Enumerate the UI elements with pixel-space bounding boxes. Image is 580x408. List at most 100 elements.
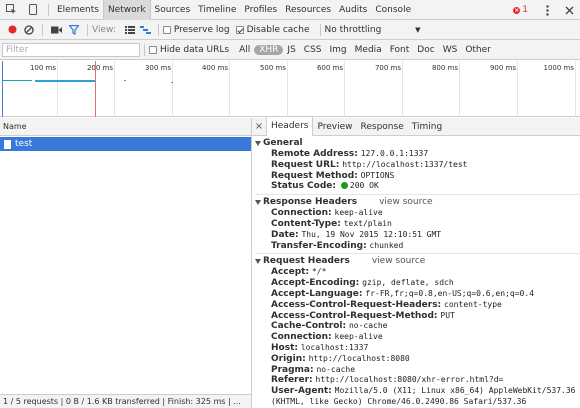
tab-elements[interactable]: Elements xyxy=(53,0,103,20)
waterfall-overview-icon[interactable] xyxy=(138,20,154,40)
header-value: no-cache xyxy=(316,364,356,374)
toolbar-divider xyxy=(144,43,145,56)
error-counter[interactable]: × 1 xyxy=(513,5,528,15)
header-key: Remote Address: xyxy=(271,149,358,159)
header-key: Origin: xyxy=(271,353,306,364)
expand-triangle-icon xyxy=(255,259,261,265)
header-value: gzip, deflate, sdch xyxy=(362,278,454,288)
tick-label: 200 ms xyxy=(86,64,113,72)
disable-cache-checkbox[interactable]: Disable cache xyxy=(235,24,310,35)
timeline-gridline xyxy=(402,61,403,117)
header-key: Date: xyxy=(271,229,299,240)
header-key: User-Agent: xyxy=(271,386,332,397)
filter-type-media[interactable]: Media xyxy=(351,45,386,55)
general-section-header[interactable]: General xyxy=(255,138,580,149)
filter-type-all[interactable]: All xyxy=(235,45,254,55)
tab-profiles[interactable]: Profiles xyxy=(240,0,281,20)
header-row: Transfer-Encoding: chunked xyxy=(255,241,580,252)
header-row: Referer: http://localhost:8080/xhr-error… xyxy=(255,375,580,386)
toolbar-divider xyxy=(319,23,321,36)
header-value: http://localhost:1337/test xyxy=(342,159,468,169)
header-key: Connection: xyxy=(271,332,332,343)
header-key: Request URL: xyxy=(271,159,340,170)
filter-type-font[interactable]: Font xyxy=(386,45,414,55)
clear-icon[interactable] xyxy=(20,20,38,40)
tab-response[interactable]: Response xyxy=(357,118,408,136)
hide-data-urls-label: Hide data URLs xyxy=(160,44,230,55)
response-headers-section-header[interactable]: Response Headers view source xyxy=(255,197,580,208)
tick-label: 300 ms xyxy=(144,64,171,72)
header-key: Request Method: xyxy=(271,170,358,181)
filter-type-css[interactable]: CSS xyxy=(300,45,326,55)
header-value: 200 OK xyxy=(349,181,379,191)
timeline-gridline xyxy=(344,61,345,117)
header-row: Content-Type: text/plain xyxy=(255,219,580,230)
request-headers-section-header[interactable]: Request Headers view source xyxy=(255,256,580,267)
header-value: OPTIONS xyxy=(360,170,395,180)
header-row: Access-Control-Request-Headers: content-… xyxy=(255,300,580,311)
request-row[interactable]: test xyxy=(0,137,251,151)
timeline-gridline xyxy=(287,61,288,117)
close-detail-icon[interactable]: × xyxy=(252,121,266,132)
expand-triangle-icon xyxy=(255,141,261,146)
request-bar xyxy=(35,80,95,82)
filter-type-js[interactable]: JS xyxy=(283,45,299,55)
header-value: http://localhost:8080/xhr-error.html?d= xyxy=(315,375,504,385)
tab-preview[interactable]: Preview xyxy=(313,118,356,136)
close-devtools-icon[interactable] xyxy=(558,0,580,20)
screenshot-capture-icon[interactable] xyxy=(47,20,65,40)
inspect-element-icon[interactable] xyxy=(0,0,22,20)
header-row: Date: Thu, 19 Nov 2015 12:10:51 GMT xyxy=(255,230,580,241)
filter-type-ws[interactable]: WS xyxy=(439,45,462,55)
tab-timing[interactable]: Timing xyxy=(408,118,446,136)
devtools-tabbar: Elements Network Sources Timeline Profil… xyxy=(0,0,580,20)
preserve-log-checkbox[interactable]: Preserve log xyxy=(162,25,230,35)
header-key: Transfer-Encoding: xyxy=(271,240,367,251)
large-rows-icon[interactable] xyxy=(122,20,138,40)
filter-type-doc[interactable]: Doc xyxy=(413,45,438,55)
throttling-select[interactable]: No throttling ▼ xyxy=(325,25,421,35)
more-menu-icon[interactable] xyxy=(536,0,558,20)
view-label: View: xyxy=(92,24,116,35)
request-headers-title: Request Headers xyxy=(263,256,350,267)
header-row: Connection: keep-alive xyxy=(255,208,580,219)
tab-network[interactable]: Network xyxy=(102,0,151,20)
header-key: Access-Control-Request-Method: xyxy=(271,310,438,321)
view-source-link[interactable]: view source xyxy=(379,197,432,208)
header-row: Cache-Control: no-cache xyxy=(255,321,580,332)
preserve-log-box[interactable] xyxy=(162,25,171,34)
record-icon[interactable] xyxy=(4,20,20,40)
hide-data-urls-checkbox[interactable]: Hide data URLs xyxy=(149,45,229,55)
request-bar xyxy=(171,82,173,83)
disable-cache-box[interactable] xyxy=(235,25,244,34)
tick-label: 1000 ms xyxy=(543,64,574,72)
filter-icon[interactable] xyxy=(65,20,83,40)
tick-label: 100 ms xyxy=(29,64,56,72)
timeline-gridline xyxy=(172,61,173,117)
header-row: Pragma: no-cache xyxy=(255,365,580,376)
headers-panel: General Remote Address: 127.0.0.1:1337 R… xyxy=(252,137,580,408)
tab-headers[interactable]: Headers xyxy=(266,117,314,136)
hide-data-urls-box[interactable] xyxy=(149,45,157,54)
disable-cache-label: Disable cache xyxy=(246,24,310,35)
tab-audits[interactable]: Audits xyxy=(335,0,371,20)
timeline-gridline xyxy=(114,61,115,117)
name-column-header[interactable]: Name xyxy=(0,118,251,136)
request-bar-waiting xyxy=(2,80,32,81)
header-row: Request URL: http://localhost:1337/test xyxy=(255,160,580,171)
view-source-link[interactable]: view source xyxy=(372,256,425,267)
device-mode-icon[interactable] xyxy=(22,0,44,20)
filter-type-img[interactable]: Img xyxy=(326,45,351,55)
tab-console[interactable]: Console xyxy=(371,0,415,20)
filter-type-xhr[interactable]: XHR xyxy=(254,44,284,55)
tab-resources[interactable]: Resources xyxy=(281,0,335,20)
header-value: keep-alive xyxy=(334,332,383,342)
tab-timeline[interactable]: Timeline xyxy=(194,0,240,20)
filter-input[interactable]: Filter xyxy=(2,42,140,57)
timeline-overview[interactable]: 100 ms 200 ms 300 ms 400 ms 500 ms 600 m… xyxy=(0,61,580,117)
tick-label: 600 ms xyxy=(316,64,343,72)
header-key: Referer: xyxy=(271,375,313,386)
tab-sources[interactable]: Sources xyxy=(151,0,195,20)
filter-type-other[interactable]: Other xyxy=(461,45,495,55)
header-row: Connection: keep-alive xyxy=(255,332,580,343)
